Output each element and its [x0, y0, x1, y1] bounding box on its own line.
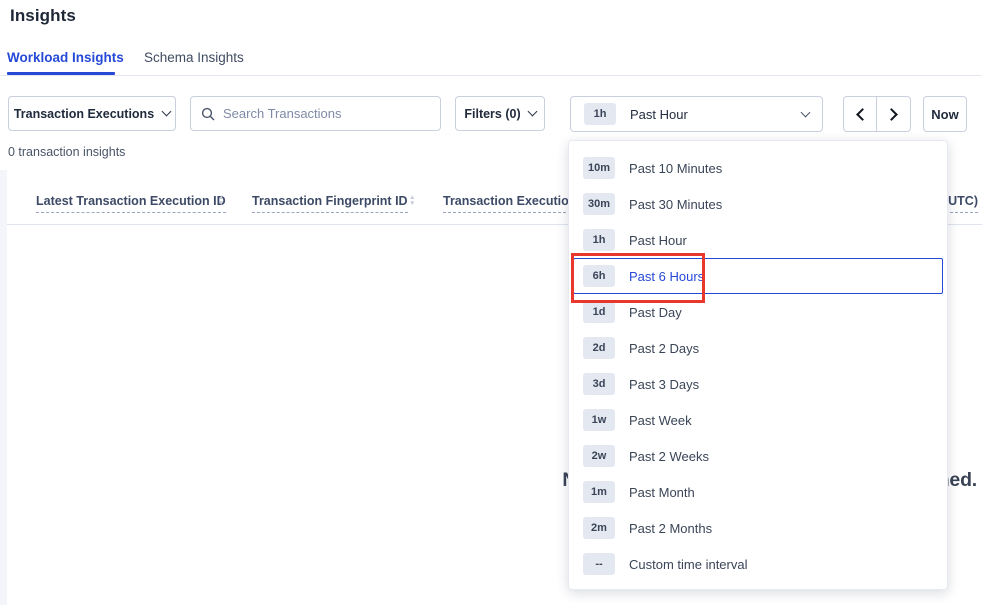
time-range-dropdown: 10m Past 10 Minutes 30m Past 30 Minutes …: [568, 140, 948, 590]
time-option-label: Custom time interval: [629, 557, 747, 572]
time-option-badge: 1w: [583, 409, 615, 431]
execution-type-label: Transaction Executions: [14, 107, 154, 121]
column-header-latest-transaction-execution-id[interactable]: Latest Transaction Execution ID: [36, 194, 226, 213]
search-icon: [201, 107, 215, 121]
time-option-badge: 2d: [583, 337, 615, 359]
tabs-divider: [0, 75, 982, 76]
time-range-option[interactable]: 1m Past Month: [569, 474, 947, 510]
time-option-label: Past 3 Days: [629, 377, 699, 392]
time-range-option[interactable]: 10m Past 10 Minutes: [569, 150, 947, 186]
time-range-option[interactable]: 2d Past 2 Days: [569, 330, 947, 366]
chevron-down-icon: [527, 107, 537, 117]
time-range-option[interactable]: 6h Past 6 Hours: [569, 258, 947, 294]
chevron-right-icon: [885, 108, 898, 121]
time-range-option[interactable]: -- Custom time interval: [569, 546, 947, 582]
time-option-label: Past 2 Days: [629, 341, 699, 356]
chevron-down-icon: [801, 107, 811, 117]
time-option-label: Past 30 Minutes: [629, 197, 722, 212]
time-option-badge: --: [583, 553, 615, 575]
time-range-option[interactable]: 1w Past Week: [569, 402, 947, 438]
search-box[interactable]: [190, 96, 441, 131]
results-summary: 0 transaction insights: [8, 145, 125, 159]
time-range-select[interactable]: 1h Past Hour: [570, 96, 823, 132]
sort-icon[interactable]: ▲▼: [218, 195, 224, 207]
filters-button[interactable]: Filters (0): [455, 96, 545, 131]
search-input[interactable]: [223, 106, 423, 121]
time-option-badge: 2m: [583, 517, 615, 539]
column-header-transaction-fingerprint-id[interactable]: Transaction Fingerprint ID: [252, 194, 408, 213]
time-range-label: Past Hour: [630, 107, 802, 122]
time-option-label: Past 6 Hours: [629, 269, 704, 284]
execution-type-select[interactable]: Transaction Executions: [8, 96, 176, 131]
time-range-badge: 1h: [584, 103, 616, 125]
time-range-option[interactable]: 2m Past 2 Months: [569, 510, 947, 546]
time-option-badge: 10m: [583, 157, 615, 179]
time-option-label: Past 2 Weeks: [629, 449, 709, 464]
time-option-badge: 2w: [583, 445, 615, 467]
time-range-stepper: [843, 96, 911, 132]
sort-icon[interactable]: ▲▼: [409, 195, 415, 207]
column-header-transaction-execution[interactable]: Transaction Execution: [443, 194, 576, 213]
chevron-down-icon: [162, 107, 172, 117]
page-title: Insights: [10, 6, 76, 26]
previous-range-button[interactable]: [844, 97, 877, 131]
time-option-badge: 1h: [583, 229, 615, 251]
time-option-label: Past Month: [629, 485, 695, 500]
time-option-badge: 6h: [583, 265, 615, 287]
time-option-label: Past 10 Minutes: [629, 161, 722, 176]
time-option-label: Past 2 Months: [629, 521, 712, 536]
time-option-label: Past Week: [629, 413, 692, 428]
filters-label: Filters (0): [464, 107, 520, 121]
tab-schema-insights[interactable]: Schema Insights: [144, 50, 244, 65]
time-option-badge: 30m: [583, 193, 615, 215]
time-range-option[interactable]: 2w Past 2 Weeks: [569, 438, 947, 474]
next-range-button[interactable]: [877, 97, 910, 131]
time-option-label: Past Hour: [629, 233, 687, 248]
tab-workload-insights[interactable]: Workload Insights: [7, 50, 124, 65]
time-option-badge: 1m: [583, 481, 615, 503]
time-range-option[interactable]: 30m Past 30 Minutes: [569, 186, 947, 222]
chevron-left-icon: [856, 108, 869, 121]
page-gutter: [0, 170, 7, 605]
now-button[interactable]: Now: [923, 96, 967, 132]
time-option-badge: 1d: [583, 301, 615, 323]
active-tab-underline: [7, 72, 115, 75]
time-option-label: Past Day: [629, 305, 682, 320]
time-range-option[interactable]: 3d Past 3 Days: [569, 366, 947, 402]
insights-page: Insights Workload Insights Schema Insigh…: [0, 0, 982, 605]
time-option-badge: 3d: [583, 373, 615, 395]
